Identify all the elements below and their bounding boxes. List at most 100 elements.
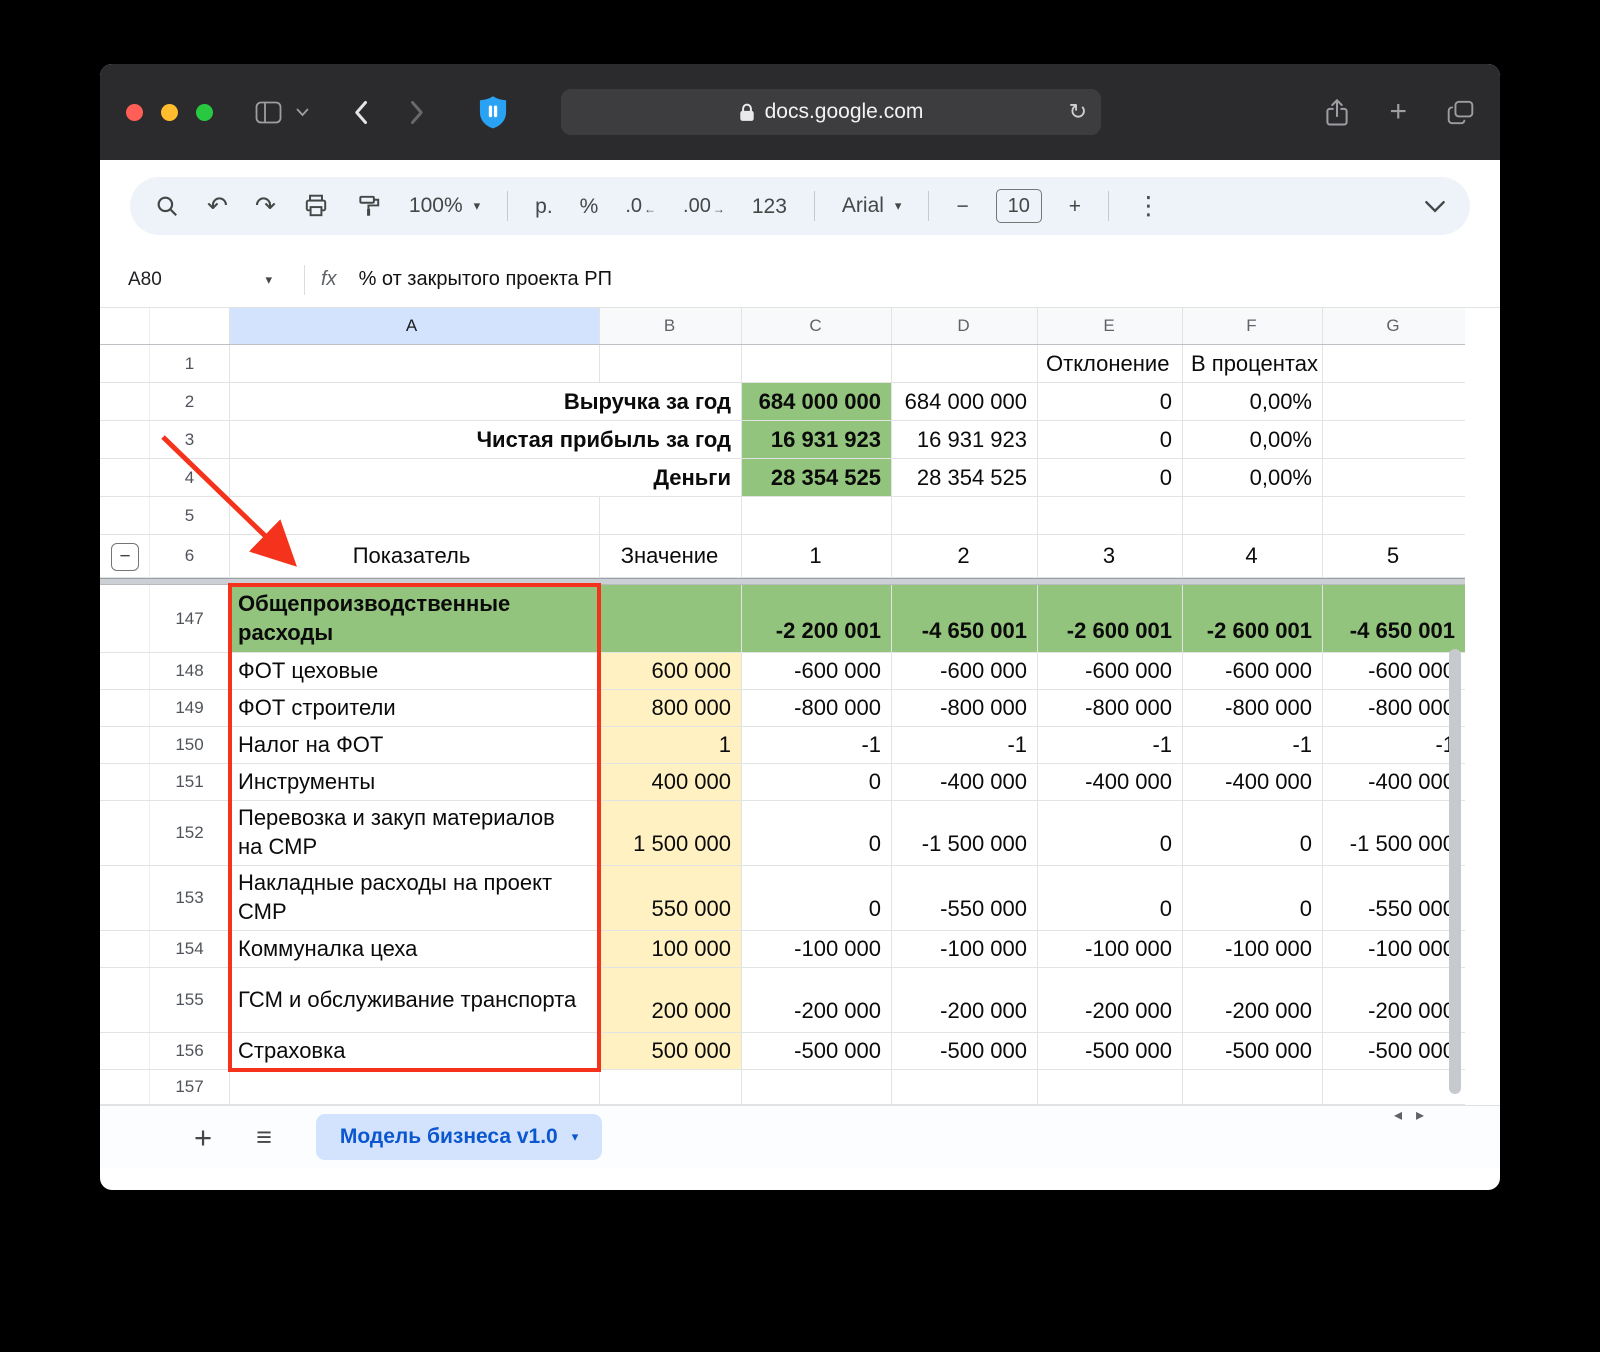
back-button[interactable] (353, 100, 368, 125)
cell[interactable]: 0 (1183, 866, 1323, 930)
cell[interactable] (892, 345, 1038, 382)
cell[interactable]: -2 600 001 (1038, 585, 1183, 652)
row-number[interactable]: 3 (150, 421, 230, 458)
cell[interactable]: 0 (742, 866, 892, 930)
cell[interactable]: 1 (742, 535, 892, 577)
cell[interactable]: 3 (1038, 535, 1183, 577)
cell[interactable] (742, 345, 892, 382)
cell-value[interactable]: 600 000 (600, 653, 742, 689)
cell[interactable]: 0,00% (1183, 459, 1323, 496)
cell-label[interactable]: Выручка за год (230, 383, 742, 420)
cell[interactable]: -1 500 000 (892, 801, 1038, 865)
font-size-input[interactable]: 10 (996, 189, 1042, 223)
cell-value[interactable]: 550 000 (600, 866, 742, 930)
fullscreen-button[interactable] (196, 104, 213, 121)
close-button[interactable] (126, 104, 143, 121)
undo-icon[interactable]: ↶ (207, 194, 228, 219)
share-icon[interactable] (1325, 98, 1349, 127)
cell-label[interactable]: Чистая прибыль за год (230, 421, 742, 458)
cell[interactable] (1183, 1070, 1323, 1104)
cell[interactable]: -100 000 (1323, 931, 1465, 967)
cell[interactable] (1323, 421, 1465, 458)
add-sheet-button[interactable]: + (194, 1122, 212, 1153)
column-header-b[interactable]: B (600, 308, 742, 344)
cell[interactable]: -200 000 (892, 968, 1038, 1032)
sidebar-caret-icon[interactable] (296, 108, 309, 117)
forward-button[interactable] (410, 100, 425, 125)
cell[interactable]: -500 000 (1183, 1033, 1323, 1069)
decrease-decimals-button[interactable]: .0 ← (625, 195, 656, 218)
cell[interactable]: -500 000 (1038, 1033, 1183, 1069)
row-number[interactable]: 151 (150, 764, 230, 800)
row-number[interactable]: 147 (150, 585, 230, 652)
cell[interactable]: -500 000 (1323, 1033, 1465, 1069)
cell[interactable]: 4 (1183, 535, 1323, 577)
vertical-scrollbar-thumb[interactable] (1449, 649, 1461, 1094)
zoom-select[interactable]: 100% ▾ (409, 194, 480, 218)
cell-label[interactable] (230, 1070, 600, 1104)
cell[interactable]: 28 354 525 (892, 459, 1038, 496)
search-icon[interactable] (154, 193, 180, 219)
cell[interactable] (1183, 497, 1323, 534)
cell[interactable]: 0,00% (1183, 383, 1323, 420)
sheet-tab[interactable]: Модель бизнеса v1.0 ▾ (316, 1114, 602, 1160)
cell[interactable]: -550 000 (892, 866, 1038, 930)
cell[interactable]: -2 200 001 (742, 585, 892, 652)
cell[interactable]: 0 (1038, 459, 1183, 496)
cell[interactable]: 0 (1038, 383, 1183, 420)
cell[interactable] (600, 345, 742, 382)
reload-button[interactable]: ↻ (1069, 99, 1087, 125)
cell[interactable]: В процентах (1183, 345, 1323, 382)
cell[interactable]: -600 000 (1323, 653, 1465, 689)
minimize-button[interactable] (161, 104, 178, 121)
cell-label[interactable]: Налог на ФОТ (230, 727, 600, 763)
row-number[interactable]: 149 (150, 690, 230, 726)
cell[interactable] (892, 497, 1038, 534)
cell[interactable]: -400 000 (892, 764, 1038, 800)
cell-highlighted[interactable]: 684 000 000 (742, 383, 892, 420)
cell[interactable]: -1 (1038, 727, 1183, 763)
increase-decimals-button[interactable]: .00 → (683, 195, 725, 218)
cell[interactable]: 16 931 923 (892, 421, 1038, 458)
cell-label[interactable]: ГСМ и обслуживание транспорта (230, 968, 600, 1032)
cell-label[interactable]: ФОТ цеховые (230, 653, 600, 689)
cell[interactable]: Отклонение (1038, 345, 1183, 382)
name-box[interactable]: A80 ▾ (128, 269, 278, 291)
cell[interactable]: 0 (1183, 801, 1323, 865)
increase-font-size-button[interactable]: + (1069, 196, 1081, 217)
all-sheets-button[interactable]: ≡ (256, 1124, 272, 1151)
row-number[interactable]: 148 (150, 653, 230, 689)
cell[interactable] (230, 345, 600, 382)
cell-value[interactable]: 200 000 (600, 968, 742, 1032)
cell[interactable]: 0 (742, 801, 892, 865)
cell-value[interactable]: 1 500 000 (600, 801, 742, 865)
frozen-rows-divider[interactable] (100, 578, 1465, 585)
select-all-corner[interactable] (150, 308, 230, 344)
tab-overview-icon[interactable] (1447, 100, 1474, 125)
horizontal-scrollbar[interactable]: ◂ ▸ (1394, 1105, 1424, 1125)
address-bar[interactable]: docs.google.com ↻ (561, 89, 1101, 135)
cell[interactable] (1323, 497, 1465, 534)
cell[interactable] (1038, 1070, 1183, 1104)
extension-shield-icon[interactable] (477, 95, 509, 129)
cell[interactable]: -600 000 (742, 653, 892, 689)
cell[interactable]: -200 000 (742, 968, 892, 1032)
cell[interactable]: Показатель (230, 535, 600, 577)
cell[interactable] (1323, 345, 1465, 382)
cell-value[interactable]: 500 000 (600, 1033, 742, 1069)
decrease-font-size-button[interactable]: − (956, 196, 968, 217)
cell[interactable] (1323, 1070, 1465, 1104)
row-number[interactable]: 157 (150, 1070, 230, 1104)
cell-value[interactable]: 1 (600, 727, 742, 763)
cell[interactable]: -800 000 (742, 690, 892, 726)
cell[interactable] (1323, 383, 1465, 420)
cell[interactable] (742, 1070, 892, 1104)
cell[interactable]: -500 000 (892, 1033, 1038, 1069)
row-number[interactable]: 152 (150, 801, 230, 865)
cell-label[interactable]: ФОТ строители (230, 690, 600, 726)
cell[interactable]: 2 (892, 535, 1038, 577)
cell[interactable]: -800 000 (1038, 690, 1183, 726)
column-header-a[interactable]: A (230, 308, 600, 344)
column-header-c[interactable]: C (742, 308, 892, 344)
cell[interactable]: Значение (600, 535, 742, 577)
